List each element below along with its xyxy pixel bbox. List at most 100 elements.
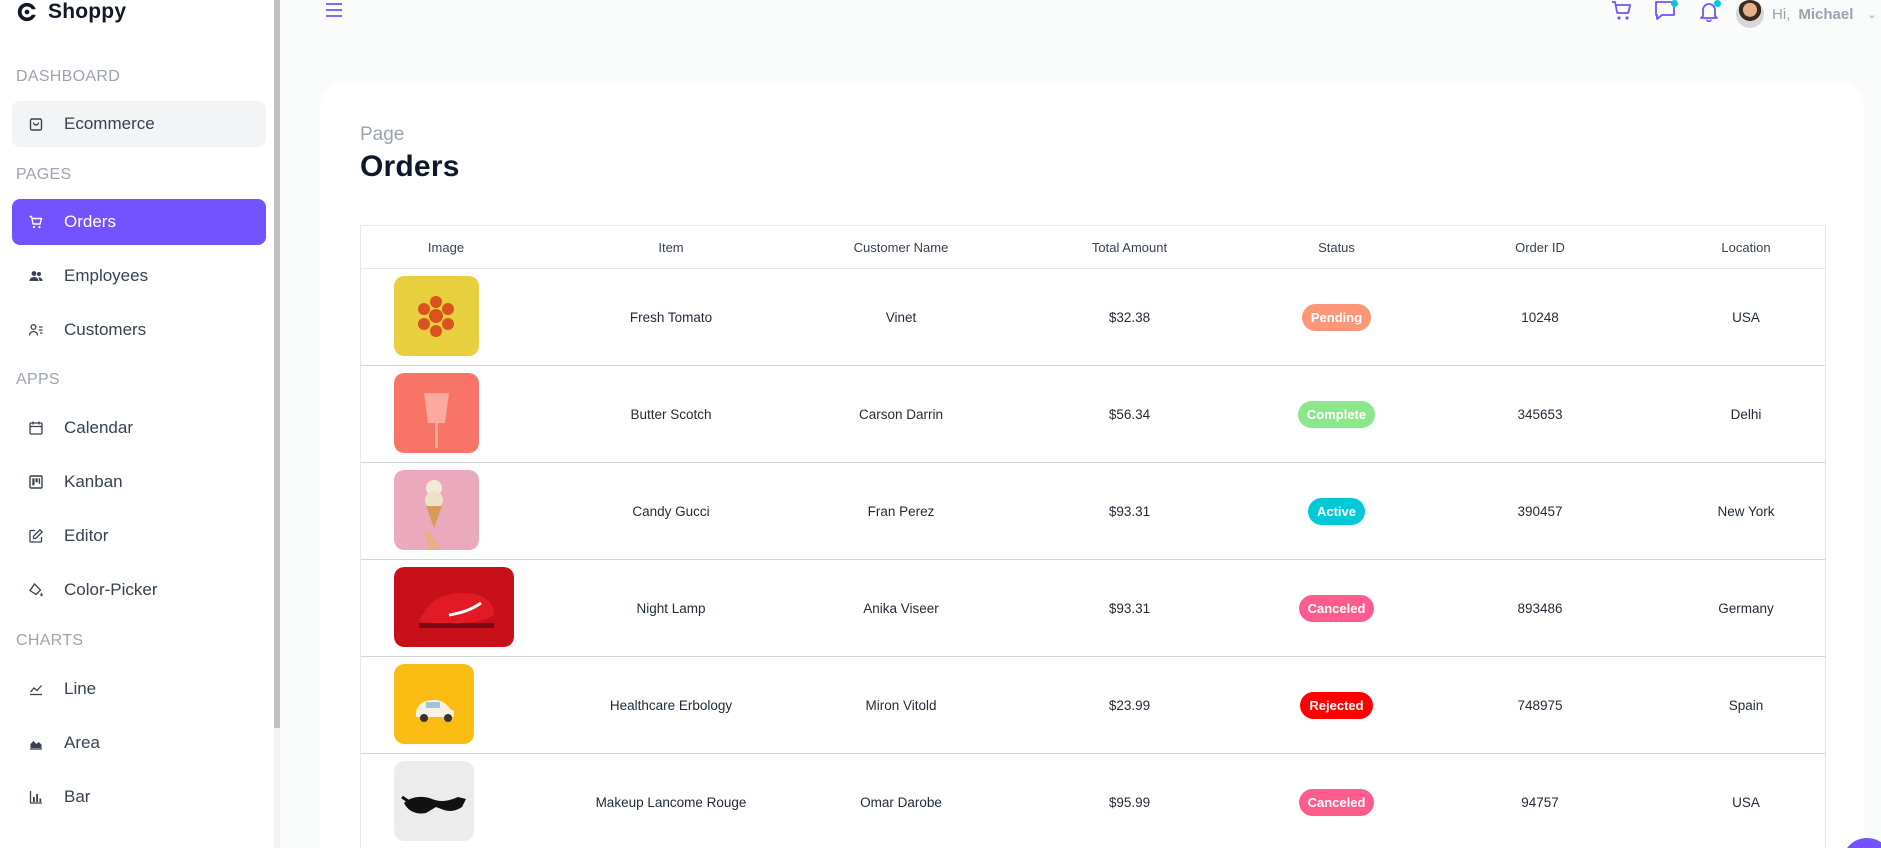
column-header-image[interactable]: Image — [361, 240, 531, 255]
column-header-status[interactable]: Status — [1268, 240, 1405, 255]
cell-customer: Miron Vitold — [865, 697, 937, 713]
sidebar-item-area[interactable]: Area — [12, 720, 266, 766]
users-icon — [29, 271, 43, 281]
status-badge: Active — [1307, 497, 1366, 525]
column-header-order-id[interactable]: Order ID — [1405, 240, 1675, 255]
status-badge: Canceled — [1298, 788, 1375, 816]
product-image-tomato — [394, 275, 479, 356]
column-header-item[interactable]: Item — [531, 240, 811, 255]
table-row[interactable]: Butter Scotch Carson Darrin $56.34 Compl… — [361, 366, 1825, 463]
chevron-down-icon: ⌄ — [1867, 8, 1877, 21]
product-image-night-lamp — [394, 566, 514, 647]
shopping-bag-icon — [29, 118, 43, 131]
cell-location: USA — [1732, 794, 1760, 810]
cell-order-id: 10248 — [1521, 309, 1559, 325]
column-header-total-amount[interactable]: Total Amount — [991, 240, 1268, 255]
cart-icon[interactable] — [1610, 0, 1634, 22]
sidebar-item-label: Color-Picker — [64, 580, 158, 599]
section-title-apps: APPS — [16, 371, 60, 388]
bar-chart-icon — [29, 791, 42, 804]
page-title: Orders — [360, 150, 460, 183]
logo[interactable]: Shoppy — [16, 0, 126, 24]
cell-item: Candy Gucci — [632, 503, 710, 519]
cell-item: Fresh Tomato — [629, 309, 713, 325]
sidebar-item-line[interactable]: Line — [12, 666, 266, 712]
cell-customer: Omar Darobe — [860, 794, 942, 810]
column-header-location[interactable]: Location — [1675, 240, 1817, 255]
product-image-candy-gucci — [394, 469, 479, 550]
cell-location: Germany — [1718, 600, 1774, 616]
sidebar-item-label: Line — [64, 679, 97, 698]
avatar — [1736, 0, 1764, 28]
sidebar-item-customers[interactable]: Customers — [12, 307, 266, 353]
table-row[interactable]: Makeup Lancome Rouge Omar Darobe $95.99 … — [361, 754, 1825, 848]
sidebar-item-editor[interactable]: Editor — [12, 513, 266, 559]
page-subtitle: Page — [360, 124, 405, 145]
menu-icon[interactable] — [324, 0, 344, 20]
sidebar-item-label: Employees — [64, 266, 149, 285]
cell-amount: $56.34 — [1108, 406, 1151, 422]
bell-notification-dot — [1714, 0, 1721, 7]
sidebar-item-bar[interactable]: Bar — [12, 774, 266, 820]
table-row[interactable]: Night Lamp Anika Viseer $93.31 Canceled … — [361, 560, 1825, 657]
cell-amount: $93.31 — [1108, 503, 1151, 519]
status-badge: Rejected — [1300, 691, 1373, 719]
cell-location: New York — [1717, 503, 1775, 519]
product-image-healthcare-erbology — [394, 663, 474, 744]
status-badge: Pending — [1301, 303, 1372, 331]
cell-order-id: 893486 — [1517, 600, 1563, 616]
table-row[interactable]: Candy Gucci Fran Perez $93.31 Active 390… — [361, 463, 1825, 560]
sidebar-item-label: Area — [64, 733, 100, 752]
cell-customer: Fran Perez — [867, 503, 935, 519]
kanban-icon — [29, 475, 43, 489]
paint-bucket-icon — [29, 582, 43, 597]
table-header: Image Item Customer Name Total Amount St… — [361, 226, 1825, 269]
sidebar-item-label: Calendar — [64, 418, 133, 437]
cell-amount: $32.38 — [1108, 309, 1151, 325]
cell-amount: $23.99 — [1108, 697, 1151, 713]
cell-order-id: 345653 — [1517, 406, 1563, 422]
section-title-charts: CHARTS — [16, 632, 84, 649]
sidebar-item-label: Kanban — [64, 472, 123, 491]
area-chart-icon — [30, 741, 42, 750]
cell-item: Night Lamp — [636, 600, 706, 616]
orders-table: Image Item Customer Name Total Amount St… — [360, 225, 1826, 848]
greeting: Hi, — [1772, 5, 1791, 23]
chat-notification-dot — [1671, 0, 1678, 7]
sidebar-item-label: Bar — [64, 787, 91, 806]
sidebar-item-label: Editor — [64, 526, 109, 545]
cell-amount: $93.31 — [1108, 600, 1151, 616]
user-list-icon — [28, 323, 43, 336]
sidebar-scrollbar[interactable] — [274, 0, 280, 728]
app-name: Shoppy — [48, 0, 127, 23]
table-row[interactable]: Fresh Tomato Vinet $32.38 Pending 10248 … — [361, 269, 1825, 366]
sidebar-item-label: Ecommerce — [64, 114, 155, 133]
column-header-customer-name[interactable]: Customer Name — [811, 240, 991, 255]
sidebar-item-calendar[interactable]: Calendar — [12, 405, 266, 451]
profile-menu[interactable]: Hi, Michael ⌄ — [1736, 0, 1877, 28]
cell-location: Spain — [1728, 697, 1764, 713]
cell-location: Delhi — [1730, 406, 1762, 422]
line-chart-icon — [30, 685, 42, 696]
sidebar-item-employees[interactable]: Employees — [12, 253, 266, 299]
product-image-butter-scotch — [394, 372, 479, 453]
cell-location: USA — [1732, 309, 1760, 325]
table-row[interactable]: Healthcare Erbology Miron Vitold $23.99 … — [361, 657, 1825, 754]
sidebar-item-label: Customers — [64, 320, 147, 339]
product-image-makeup-lancome-rouge — [394, 760, 474, 841]
cell-item: Healthcare Erbology — [609, 697, 733, 713]
status-badge: Canceled — [1298, 594, 1375, 622]
status-badge: Complete — [1297, 400, 1376, 428]
cell-item: Makeup Lancome Rouge — [595, 794, 747, 810]
cart-icon — [29, 215, 43, 229]
cell-amount: $95.99 — [1108, 794, 1151, 810]
cell-customer: Carson Darrin — [858, 406, 944, 422]
sidebar-item-color-picker[interactable]: Color-Picker — [12, 567, 266, 613]
cell-customer: Vinet — [885, 309, 917, 325]
shoppy-logo-icon — [17, 2, 36, 22]
sidebar-item-orders[interactable]: Orders — [12, 199, 266, 245]
username: Michael — [1798, 5, 1854, 23]
sidebar-item-kanban[interactable]: Kanban — [12, 459, 266, 505]
sidebar-item-ecommerce[interactable]: Ecommerce — [12, 101, 266, 147]
cell-order-id: 748975 — [1517, 697, 1563, 713]
